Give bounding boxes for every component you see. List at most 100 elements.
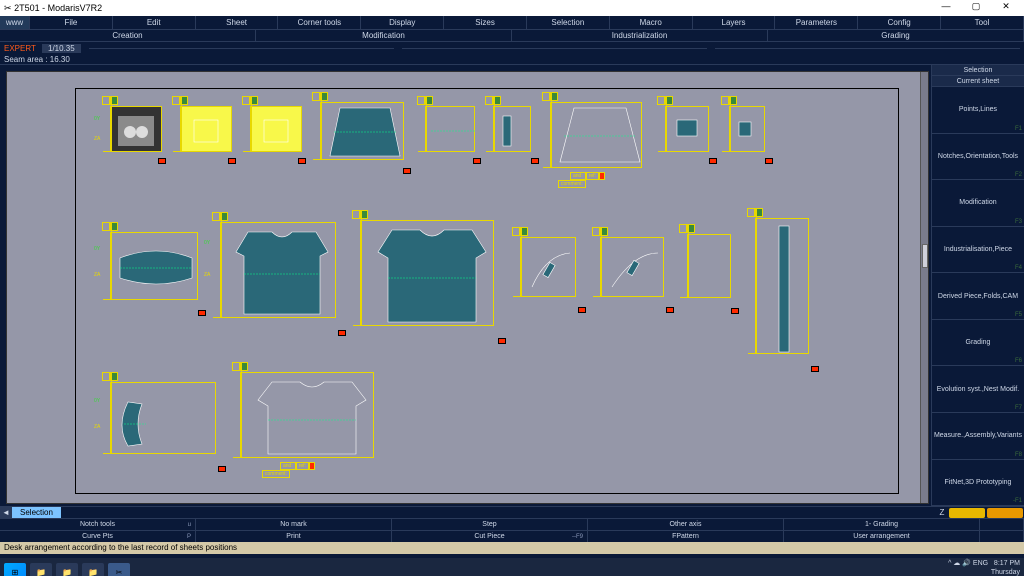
menu-edit[interactable]: Edit [113,16,196,29]
panel-industrialisation[interactable]: Industrialisation,PieceF4 [932,227,1024,274]
btn-user-arr[interactable]: User arrangement [784,531,980,542]
canvas[interactable]: 0Y ZA [6,71,929,504]
pattern-piece[interactable] [172,96,232,160]
btn-other-axis[interactable]: Other axis [588,519,784,530]
pattern-piece[interactable] [417,96,477,160]
menu-file[interactable]: File [30,16,113,29]
red-tab[interactable] [531,158,539,164]
pattern-piece[interactable]: 0Y ZA [102,372,222,468]
pattern-piece[interactable] [592,227,670,309]
menu-config[interactable]: Config [858,16,941,29]
pattern-piece[interactable] [242,96,302,160]
menu-sheet[interactable]: Sheet [196,16,279,29]
menu-display[interactable]: Display [361,16,444,29]
red-tab[interactable] [765,158,773,164]
pattern-piece[interactable]: and: ref: comment: [542,92,647,188]
btn-label: Notch tools [80,521,115,528]
red-tab[interactable] [473,158,481,164]
taskbar-app[interactable]: 📁 [82,563,104,576]
submenu-creation[interactable]: Creation [0,30,256,41]
bottom-panel: ◄ Selection Z Notch toolsu No mark Step … [0,506,1024,558]
system-tray[interactable]: ^ ☁ 🔊 ENG 8:17 PM Thursday 7/8/2021 [948,559,1020,576]
indicator-z[interactable]: Z [936,507,948,519]
maximize-button[interactable]: ▢ [962,1,990,15]
btn-grading[interactable]: 1- Grading [784,519,980,530]
menu-sizes[interactable]: Sizes [444,16,527,29]
lang: ENG [973,560,988,567]
red-tab[interactable] [298,158,306,164]
indicator[interactable] [987,508,1023,518]
panel-grading[interactable]: GradingF6 [932,320,1024,367]
taskbar-app[interactable]: ✂ [108,563,130,576]
panel-derived[interactable]: Derived Piece,Folds,CAMF5 [932,273,1024,320]
indicator[interactable] [949,508,985,518]
pattern-piece[interactable] [485,96,535,160]
pattern-piece[interactable]: 0Y ZA [102,96,162,160]
btn-cut-piece[interactable]: Cut Piece--F9 [392,531,588,542]
red-tab[interactable] [811,366,819,372]
indicator[interactable] [980,519,1024,530]
submenu-grading[interactable]: Grading [768,30,1024,41]
panel-notches[interactable]: Notches,Orientation,ToolsF2 [932,134,1024,181]
right-header-1: Selection [932,65,1024,76]
red-tab[interactable] [666,307,674,313]
red-tab[interactable] [158,158,166,164]
annotation-comment: comment: [262,470,290,478]
pattern-piece[interactable]: and: ref: comment: [232,362,382,482]
indicator[interactable] [980,531,1024,542]
menu-layers[interactable]: Layers [693,16,776,29]
arrow-left[interactable]: ◄ [0,507,12,519]
red-tab[interactable] [403,168,411,174]
menu-selection[interactable]: Selection [527,16,610,29]
btn-notch-tools[interactable]: Notch toolsu [0,519,196,530]
pattern-piece[interactable]: 0Y ZA [102,222,202,312]
red-tab[interactable] [731,308,739,314]
close-button[interactable]: ✕ [992,1,1020,15]
annot-ref: ref: [586,172,599,180]
minimize-button[interactable]: — [932,1,960,15]
red-tab[interactable] [338,330,346,336]
taskbar-app[interactable]: 📁 [56,563,78,576]
pattern-piece[interactable] [679,224,735,310]
btn-step[interactable]: Step [392,519,588,530]
red-tab[interactable] [709,158,717,164]
start-button[interactable]: ⊞ [4,563,26,576]
pattern-piece[interactable] [721,96,769,160]
pattern-piece[interactable] [512,227,582,309]
pattern-piece[interactable] [657,96,713,160]
red-tab[interactable] [218,466,226,472]
pattern-piece[interactable] [312,92,407,170]
fkey: F8 [1015,452,1022,458]
submenu-modification[interactable]: Modification [256,30,512,41]
bottom-tab-selection[interactable]: Selection [12,507,61,519]
annotation-comment: comment: [558,180,586,188]
panel-measure[interactable]: Measure.,Assembly,VariantsF8 [932,413,1024,460]
btn-print[interactable]: Print [196,531,392,542]
red-tab[interactable] [228,158,236,164]
panel-fitnet[interactable]: FitNet,3D Prototyping-F1 [932,460,1024,507]
btn-fpattern[interactable]: FPattern [588,531,784,542]
vertical-scrollbar[interactable] [920,72,928,503]
panel-label: Points,Lines [959,106,997,113]
pattern-piece[interactable] [352,210,502,340]
btn-curve-pts[interactable]: Curve PtsP [0,531,196,542]
red-tab[interactable] [578,307,586,313]
scroll-thumb[interactable] [922,244,928,268]
menu-www[interactable]: www [0,16,30,29]
panel-points-lines[interactable]: Points,LinesF1 [932,87,1024,134]
red-tab[interactable] [498,338,506,344]
menu-macro[interactable]: Macro [610,16,693,29]
panel-evolution[interactable]: Evolution syst.,Nest Modif.F7 [932,366,1024,413]
btn-no-mark[interactable]: No mark [196,519,392,530]
pattern-piece[interactable]: 0Y ZA [212,212,342,332]
panel-modification[interactable]: ModificationF3 [932,180,1024,227]
menu-tool[interactable]: Tool [941,16,1024,29]
menu-corner[interactable]: Corner tools [278,16,361,29]
red-tab[interactable] [198,310,206,316]
submenu-industrialization[interactable]: Industrialization [512,30,768,41]
bottom-tab-row: ◄ Selection Z [0,506,1024,518]
taskbar-app[interactable]: 📁 [30,563,52,576]
seam-area: Seam area : 16.30 [0,54,1024,65]
pattern-piece[interactable] [747,208,815,368]
menu-parameters[interactable]: Parameters [775,16,858,29]
